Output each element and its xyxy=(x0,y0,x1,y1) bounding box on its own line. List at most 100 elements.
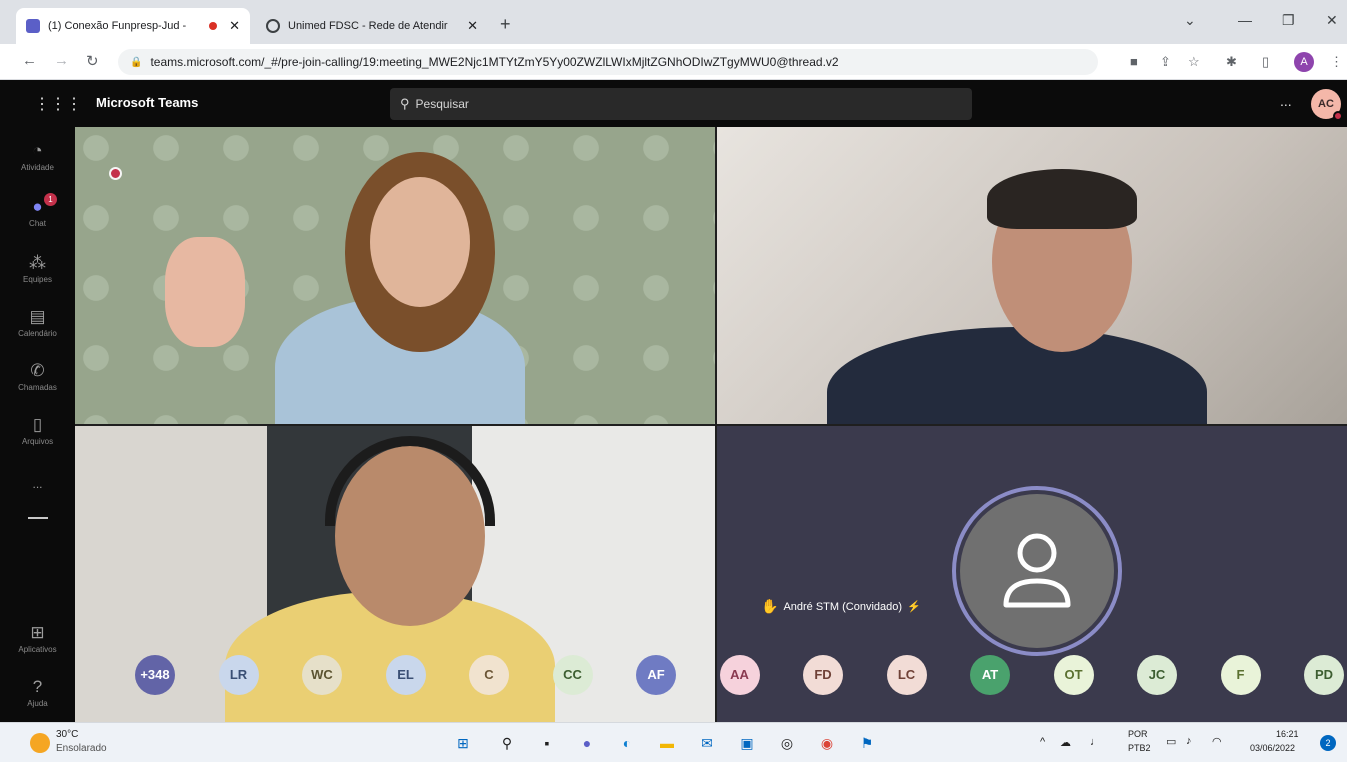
back-icon[interactable]: ← xyxy=(22,52,37,69)
restore-icon[interactable]: ❐ xyxy=(1282,12,1295,29)
volume-icon[interactable]: ♪ xyxy=(1186,735,1192,747)
rail-label: Atividade xyxy=(21,163,54,172)
tab-unimed[interactable]: Unimed FDSC - Rede de Atendir ✕ xyxy=(256,8,488,44)
rail-label: Ajuda xyxy=(27,699,48,708)
participant-chip-el[interactable]: EL xyxy=(385,655,426,695)
rail-divider xyxy=(28,517,48,519)
mail-icon[interactable]: ✉ xyxy=(696,732,718,754)
side-panel-icon[interactable]: ▯ xyxy=(1262,54,1269,70)
more-options-icon[interactable]: ... xyxy=(1280,93,1292,109)
rail-item-chamadas[interactable]: ✆ Chamadas xyxy=(0,361,75,392)
rail-item-calendario[interactable]: ▤ Calendário xyxy=(0,307,75,338)
wifi-icon[interactable]: ◠ xyxy=(1212,735,1222,748)
close-tab-icon[interactable]: ✕ xyxy=(229,18,240,34)
participant-chip-aa[interactable]: AA xyxy=(719,655,760,695)
participant-chip-lc[interactable]: LC xyxy=(886,655,927,695)
rail-item-ajuda[interactable]: ? Ajuda xyxy=(0,677,75,708)
menu-kebab-icon[interactable]: ⋮ xyxy=(1330,54,1343,70)
participant-chip-wc[interactable]: WC xyxy=(302,655,342,695)
extensions-icon[interactable]: ✱ xyxy=(1226,54,1237,70)
video-tile-participant-2[interactable] xyxy=(717,127,1347,424)
participant-chip-pd[interactable]: PD xyxy=(1304,655,1344,695)
notification-badge[interactable]: 2 xyxy=(1320,735,1336,751)
minimize-icon[interactable]: — xyxy=(1238,12,1252,28)
person-video xyxy=(827,327,1207,424)
rail-item-chat[interactable]: ● 1 Chat xyxy=(0,193,75,228)
chrome-icon[interactable]: ◉ xyxy=(816,732,838,754)
tray-chevron-icon[interactable]: ^ xyxy=(1040,736,1045,748)
search-input[interactable]: ⚲ Pesquisar xyxy=(390,88,972,120)
language-top[interactable]: POR xyxy=(1128,729,1148,739)
clock-date[interactable]: 03/06/2022 xyxy=(1250,743,1295,753)
rail-item-atividade[interactable]: ◔ Atividade xyxy=(0,141,75,172)
overflow-participants-button[interactable]: +348 xyxy=(135,655,175,695)
network-app-icon[interactable]: ⚑ xyxy=(856,732,878,754)
participant-chip-fd[interactable]: FD xyxy=(803,655,843,695)
help-icon: ? xyxy=(32,677,43,696)
phone-icon: ✆ xyxy=(30,361,45,380)
default-avatar xyxy=(960,494,1114,648)
bookmark-star-icon[interactable]: ☆ xyxy=(1188,54,1200,70)
participant-chip-c[interactable]: C xyxy=(469,655,509,695)
person-hair xyxy=(987,169,1137,229)
weather-sun-icon[interactable] xyxy=(30,733,50,753)
participant-roster: +348 LR WC EL C CC AF AA FD LC AT OT JC F PD xyxy=(135,655,1347,695)
windows-start-icon[interactable]: ⊞ xyxy=(452,732,474,754)
bell-icon: ◔ xyxy=(32,141,43,160)
new-tab-button[interactable]: + xyxy=(500,14,511,35)
participant-chip-cc[interactable]: CC xyxy=(552,655,593,695)
teams-favicon-icon xyxy=(26,19,40,33)
participant-chip-at[interactable]: AT xyxy=(970,655,1010,695)
participant-chip-f[interactable]: F xyxy=(1220,655,1261,695)
close-tab-icon[interactable]: ✕ xyxy=(467,18,478,34)
user-avatar[interactable]: AC xyxy=(1311,89,1343,121)
chat-icon: ● xyxy=(32,197,43,216)
recording-indicator-icon xyxy=(109,167,122,180)
rail-item-equipes[interactable]: ⁂ Equipes xyxy=(0,253,75,284)
teams-icon: ⁂ xyxy=(29,253,46,272)
dell-icon[interactable]: ◎ xyxy=(776,732,798,754)
lock-icon: 🔒 xyxy=(130,56,143,68)
language-bottom[interactable]: PTB2 xyxy=(1128,743,1151,753)
task-view-icon[interactable]: ▪ xyxy=(536,732,558,754)
status-badge xyxy=(1333,111,1343,121)
tab-search-icon[interactable]: ⌄ xyxy=(1184,12,1196,29)
address-bar[interactable]: 🔒 teams.microsoft.com/_#/pre-join-callin… xyxy=(118,49,1098,75)
teams-chat-icon[interactable]: ● xyxy=(576,732,598,754)
globe-icon xyxy=(266,19,280,33)
mic-icon[interactable]: ♩ xyxy=(1090,736,1101,748)
reload-icon[interactable]: ↻ xyxy=(86,52,99,70)
participant-chip-lr[interactable]: LR xyxy=(218,655,259,695)
forward-icon[interactable]: → xyxy=(54,52,69,69)
participant-chip-af[interactable]: AF xyxy=(636,655,676,695)
rail-item-aplicativos[interactable]: ⊞ Aplicativos xyxy=(0,623,75,654)
store-icon[interactable]: ▣ xyxy=(736,732,758,754)
participant-chip-jc[interactable]: JC xyxy=(1137,655,1177,695)
display-icon[interactable]: ▭ xyxy=(1166,735,1176,748)
waving-hand xyxy=(165,237,245,347)
participant-chip-ot[interactable]: OT xyxy=(1053,655,1094,695)
camera-icon[interactable]: ■ xyxy=(1130,54,1138,69)
share-icon[interactable]: ⇪ xyxy=(1160,54,1171,70)
tab-title: Unimed FDSC - Rede de Atendir xyxy=(288,20,448,32)
more-apps-icon[interactable]: ... xyxy=(0,477,75,491)
tab-conexao-funpresp[interactable]: (1) Conexão Funpresp-Jud - ✕ xyxy=(16,8,250,44)
browser-toolbar: ← → ↻ 🔒 teams.microsoft.com/_#/pre-join-… xyxy=(0,44,1347,80)
onedrive-icon[interactable]: ☁ xyxy=(1060,736,1071,749)
raised-hand-icon: ✋ xyxy=(761,598,779,614)
video-tile-participant-1[interactable] xyxy=(75,127,715,424)
file-explorer-icon[interactable]: ▬ xyxy=(656,732,678,754)
browser-tab-bar: (1) Conexão Funpresp-Jud - ✕ Unimed FDSC… xyxy=(0,0,1347,44)
mic-muted-icon: ⚡ xyxy=(907,601,921,613)
rail-label: Chamadas xyxy=(18,383,57,392)
clock-time[interactable]: 16:21 xyxy=(1276,729,1299,739)
profile-avatar[interactable]: A xyxy=(1294,52,1314,72)
rail-item-arquivos[interactable]: ▯ Arquivos xyxy=(0,415,75,446)
apps-icon: ⊞ xyxy=(30,623,45,642)
weather-description: Ensolarado xyxy=(56,743,107,754)
person-face xyxy=(370,177,470,307)
search-icon[interactable]: ⚲ xyxy=(496,732,518,754)
close-window-icon[interactable]: ✕ xyxy=(1326,12,1338,29)
app-launcher-icon[interactable]: ⋮⋮⋮ xyxy=(34,94,82,114)
edge-icon[interactable]: ◐ xyxy=(616,732,638,754)
